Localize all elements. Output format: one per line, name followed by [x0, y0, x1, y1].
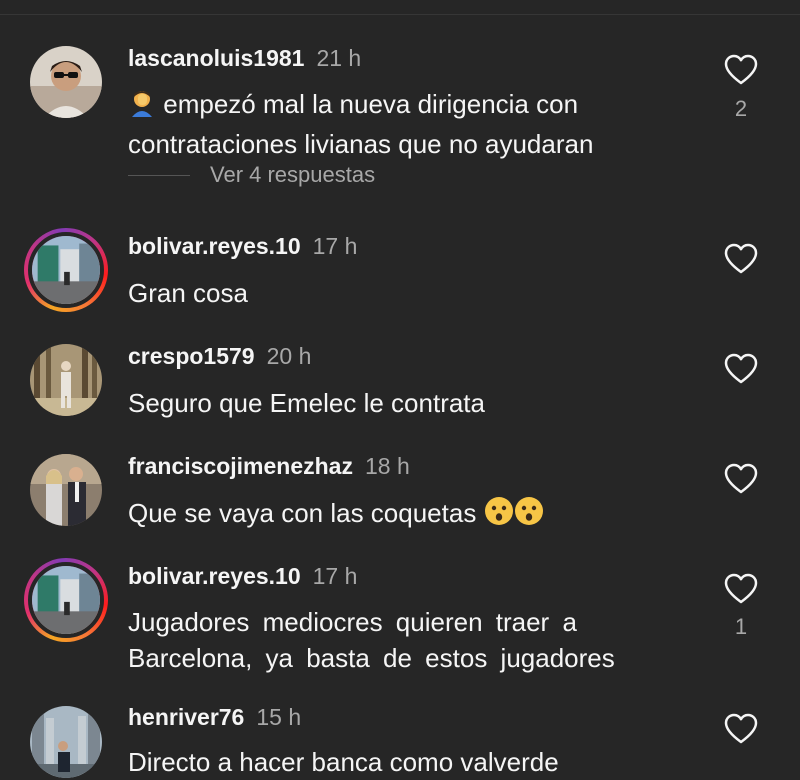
comment-body: Que se vaya con las coquetas [128, 498, 477, 528]
timestamp: 21 h [316, 45, 362, 71]
username[interactable]: crespo1579 [128, 343, 255, 369]
avatar[interactable] [24, 558, 108, 642]
comment-header: bolivar.reyes.10 17 h [128, 562, 357, 590]
top-divider [0, 14, 800, 15]
username[interactable]: henriver76 [128, 704, 244, 730]
avatar[interactable] [30, 454, 102, 526]
heart-outline-icon[interactable] [724, 463, 758, 495]
hushed-face-emoji [514, 496, 544, 535]
avatar[interactable] [30, 706, 102, 778]
avatar[interactable] [24, 228, 108, 312]
heart-outline-icon[interactable] [724, 243, 758, 275]
view-replies-button[interactable]: Ver 4 respuestas [128, 162, 375, 188]
comment-text: Que se vaya con las coquetas [128, 495, 688, 535]
comment-body: empezó mal la nueva dirigencia con contr… [128, 89, 594, 159]
timestamp: 18 h [364, 453, 410, 479]
username[interactable]: lascanoluis1981 [128, 45, 304, 71]
timestamp: 17 h [312, 233, 358, 259]
facepalm-emoji [128, 89, 156, 126]
heart-outline-icon[interactable] [724, 573, 758, 605]
like-count: 1 [734, 614, 748, 639]
heart-outline-icon[interactable] [724, 54, 758, 86]
heart-outline-icon[interactable] [724, 353, 758, 385]
like-count: 2 [734, 96, 748, 121]
avatar[interactable] [30, 46, 102, 118]
comment-header: crespo1579 20 h [128, 342, 311, 370]
comment-header: henriver76 15 h [128, 703, 301, 731]
avatar[interactable] [30, 344, 102, 416]
comment-text: Jugadores mediocres quieren traer a Barc… [128, 607, 615, 673]
timestamp: 20 h [266, 343, 312, 369]
comment-text: Gran cosa [128, 278, 248, 308]
comment-header: franciscojimenezhaz 18 h [128, 452, 410, 480]
comment-text: Seguro que Emelec le contrata [128, 388, 485, 418]
comment-header: bolivar.reyes.10 17 h [128, 232, 357, 260]
timestamp: 15 h [256, 704, 302, 730]
heart-outline-icon[interactable] [724, 713, 758, 745]
username[interactable]: franciscojimenezhaz [128, 453, 353, 479]
username[interactable]: bolivar.reyes.10 [128, 563, 301, 589]
hushed-face-emoji [484, 496, 514, 535]
comment-text: empezó mal la nueva dirigencia con contr… [128, 86, 688, 162]
comment-header: lascanoluis1981 21 h [128, 44, 361, 72]
view-replies-label: Ver 4 respuestas [210, 162, 376, 187]
timestamp: 17 h [312, 563, 358, 589]
username[interactable]: bolivar.reyes.10 [128, 233, 301, 259]
replies-divider [128, 174, 190, 176]
